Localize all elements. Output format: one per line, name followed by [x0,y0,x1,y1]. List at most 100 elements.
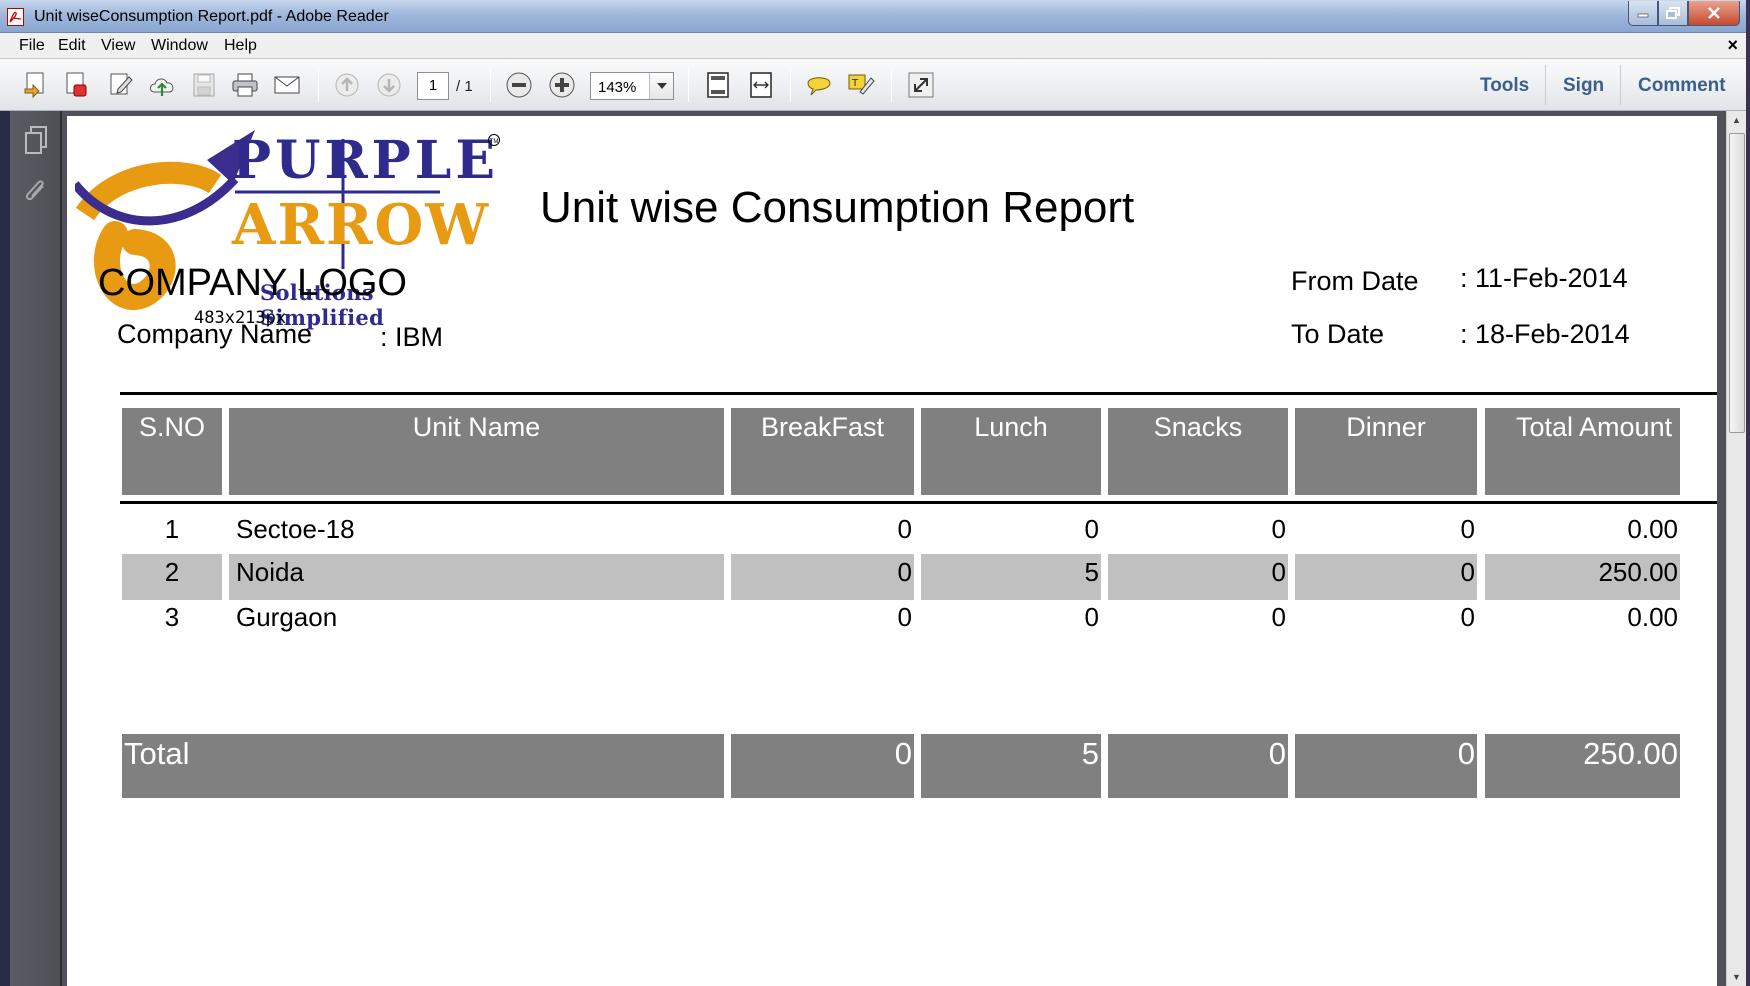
next-page-button[interactable] [374,70,404,100]
svg-text:T: T [851,78,859,89]
highlighter-icon: T [848,74,875,95]
scroll-up-icon[interactable]: ▲ [1727,111,1746,129]
adobe-reader-icon [7,8,24,26]
total-lunch: 5 [921,734,1101,798]
cell-lunch: 0 [1084,602,1099,632]
page-total: / 1 [456,78,473,95]
toolbar: 1 / 1 143% T Tools Sign Comment [0,59,1750,111]
cell-lunch: 0 [1084,514,1099,544]
col-header-snacks: Snacks [1108,408,1288,495]
table-row: 1 Sectoe-18 0 0 0 0 0.00 [67,509,1717,549]
header-rule-bottom [120,501,1717,504]
cell-breakfast: 0 [897,514,912,544]
to-date-value: : 18-Feb-2014 [1460,319,1630,349]
zoom-select[interactable]: 143% [590,72,674,100]
scroll-down-icon[interactable]: ▼ [1727,968,1746,986]
logo-word-top: PURPLE [232,130,499,191]
minimize-button[interactable] [1628,1,1658,26]
create-pdf-button[interactable] [21,70,51,100]
email-button[interactable] [272,70,302,100]
cell-total-amount: 250.00 [1485,554,1680,600]
close-window-button[interactable] [1688,1,1740,26]
zoom-value: 143% [598,79,637,96]
window-title-bar: Unit wiseConsumption Report.pdf - Adobe … [0,0,1750,33]
cell-sno: 3 [164,602,180,632]
chevron-down-icon[interactable] [649,73,673,99]
company-name-label: Company Name [117,319,313,349]
cell-snacks: 0 [1271,514,1286,544]
arrow-up-circle-icon [335,73,359,97]
cell-total-amount: 0.00 [1627,602,1678,632]
close-document-button[interactable]: × [1727,35,1738,56]
scrollbar-thumb[interactable] [1729,133,1745,433]
navigation-pane [10,111,62,986]
company-name-value: : IBM [380,322,444,352]
cell-snacks: 0 [1271,602,1286,632]
table-row: 2 Noida 0 5 0 0 250.00 [67,554,1717,600]
fit-width-button[interactable] [746,70,776,100]
window-left-border [0,111,10,986]
menu-file[interactable]: File [19,37,45,55]
cell-sno: 1 [164,514,180,544]
paperclip-icon [25,180,44,201]
highlight-text-button[interactable]: T [846,70,876,100]
save-button[interactable] [189,70,219,100]
header-rule-top [120,392,1717,395]
zoom-out-button[interactable] [504,70,534,100]
menu-edit[interactable]: Edit [58,37,86,55]
comment-pane-button[interactable]: Comment [1638,75,1726,97]
cell-unit-name: Sectoe-18 [236,514,355,544]
export-pdf-icon [66,72,87,97]
attachments-button[interactable] [20,175,52,209]
menu-help[interactable]: Help [224,37,257,55]
cell-dinner: 0 [1295,554,1477,600]
arrow-down-circle-icon [377,73,401,97]
fit-page-button[interactable] [703,70,733,100]
expand-icon [908,72,934,98]
total-breakfast: 0 [731,734,914,798]
cell-breakfast: 0 [897,602,912,632]
print-button[interactable] [230,70,260,100]
cell-dinner: 0 [1460,514,1475,544]
cell-sno: 2 [122,554,222,600]
col-header-unit-name: Unit Name [229,408,724,495]
envelope-icon [274,76,300,94]
menu-view[interactable]: View [101,37,135,55]
cell-dinner: 0 [1460,602,1475,632]
total-label: Total [122,734,724,798]
total-amount: 250.00 [1485,734,1680,798]
vertical-scrollbar[interactable]: ▲ ▼ [1726,111,1746,986]
sign-pane-button[interactable]: Sign [1563,75,1604,97]
total-snacks: 0 [1108,734,1288,798]
from-date-label: From Date [1291,266,1419,296]
upload-button[interactable] [147,70,177,100]
create-pdf-icon [24,72,44,99]
company-logo: PURPLE ARROW Solutions Simplified COMPAN… [75,124,505,330]
col-header-lunch: Lunch [921,408,1101,495]
window-title: Unit wiseConsumption Report.pdf - Adobe … [34,8,389,25]
pages-icon [25,126,47,154]
page-number-input[interactable]: 1 [417,72,449,100]
cell-unit-name: Noida [229,554,724,600]
minus-circle-icon [506,72,532,98]
page-thumbnails-button[interactable] [20,123,52,157]
trademark-mark: TM [488,134,500,146]
edit-pdf-button[interactable] [106,70,136,100]
export-pdf-button[interactable] [62,70,92,100]
tools-pane-button[interactable]: Tools [1480,75,1529,97]
cell-lunch: 5 [921,554,1101,600]
plus-circle-icon [549,72,575,98]
close-icon [1708,7,1720,19]
printer-icon [232,73,258,97]
window-right-border [1746,0,1750,986]
menu-window[interactable]: Window [151,37,208,55]
restore-button[interactable] [1658,1,1688,26]
total-dinner: 0 [1295,734,1477,798]
zoom-in-button[interactable] [547,70,577,100]
full-screen-button[interactable] [906,70,936,100]
previous-page-button[interactable] [332,70,362,100]
minimize-icon [1637,13,1649,18]
restore-icon [1666,7,1680,19]
add-comment-button[interactable] [804,70,834,100]
comment-bubble-icon [807,77,831,96]
